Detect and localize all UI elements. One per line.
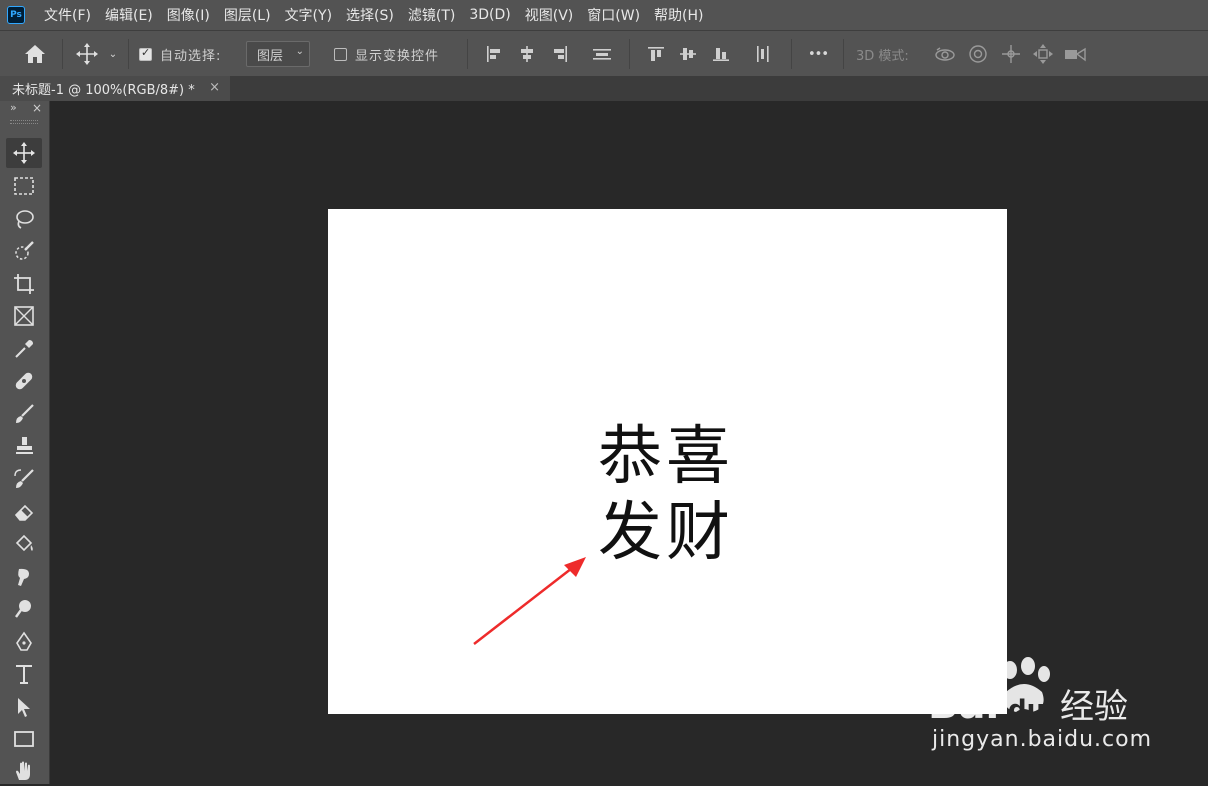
- path-selection-tool[interactable]: [6, 692, 42, 722]
- 3d-roll-icon[interactable]: [965, 43, 991, 65]
- watermark-url: jingyan.baidu.com: [932, 727, 1153, 752]
- canvas-text-layer[interactable]: 恭喜 发财: [598, 419, 748, 571]
- pen-icon: [16, 631, 32, 651]
- show-transform-checkbox[interactable]: [334, 48, 347, 61]
- menu-file[interactable]: 文件(F): [37, 5, 98, 25]
- eraser-icon: [14, 504, 34, 521]
- document-tab-bar: 未标题-1 @ 100%(RGB/8#) * ×: [0, 76, 1208, 101]
- document-canvas[interactable]: 恭喜 发财: [328, 209, 1007, 714]
- frame-icon: [14, 306, 34, 326]
- align-vertical-center-icon[interactable]: [678, 44, 698, 64]
- healing-brush-tool[interactable]: [6, 366, 42, 396]
- menu-layer[interactable]: 图层(L): [217, 5, 278, 25]
- auto-select-label: 自动选择:: [160, 49, 222, 64]
- text-line-1: 恭喜: [598, 420, 734, 494]
- marquee-tool[interactable]: [6, 171, 42, 201]
- auto-select-target-value: 图层: [257, 48, 284, 64]
- chevron-down-icon: ⌄: [295, 46, 304, 57]
- align-horizontal-center-icon[interactable]: [517, 44, 537, 64]
- history-brush-tool[interactable]: [6, 464, 42, 494]
- smudge-icon: [18, 568, 29, 586]
- brush-icon: [16, 404, 34, 423]
- auto-select-target-dropdown[interactable]: 图层 ⌄: [246, 41, 310, 67]
- close-icon[interactable]: ×: [209, 80, 220, 95]
- lasso-icon: [16, 210, 34, 229]
- move-tool-preset-icon[interactable]: [74, 42, 100, 66]
- more-options-icon[interactable]: •••: [805, 43, 831, 65]
- type-icon: [16, 665, 32, 684]
- align-right-icon[interactable]: [550, 44, 570, 64]
- smudge-tool[interactable]: [6, 562, 42, 592]
- text-line-2: 发财: [598, 496, 734, 570]
- brush-tool[interactable]: [6, 399, 42, 429]
- path-selection-icon: [18, 698, 30, 717]
- document-tab-title: 未标题-1 @ 100%(RGB/8#) *: [12, 83, 195, 98]
- chevron-down-icon[interactable]: ⌄: [106, 47, 120, 61]
- dodge-tool[interactable]: [6, 594, 42, 624]
- quick-selection-icon: [15, 241, 34, 260]
- hand-icon: [16, 761, 30, 780]
- eyedropper-tool[interactable]: [6, 334, 42, 364]
- dodge-icon: [15, 600, 31, 618]
- rectangle-icon: [14, 731, 34, 747]
- expand-panel-icon[interactable]: »: [10, 101, 17, 114]
- menu-select[interactable]: 选择(S): [339, 5, 401, 25]
- align-left-icon[interactable]: [484, 44, 504, 64]
- mode-3d-label: 3D 模式:: [856, 49, 909, 64]
- lasso-tool[interactable]: [6, 204, 42, 234]
- type-tool[interactable]: [6, 659, 42, 689]
- move-tool[interactable]: [6, 138, 42, 168]
- auto-select-checkbox[interactable]: [139, 46, 152, 61]
- paint-bucket-icon: [15, 534, 33, 552]
- crop-icon: [14, 274, 34, 294]
- menu-filter[interactable]: 滤镜(T): [401, 5, 462, 25]
- align-bottom-icon[interactable]: [711, 44, 731, 64]
- eyedropper-icon: [15, 340, 33, 358]
- menu-view[interactable]: 视图(V): [518, 5, 581, 25]
- tools-panel: » ×: [0, 101, 50, 784]
- stamp-icon: [16, 437, 33, 454]
- frame-tool[interactable]: [6, 301, 42, 331]
- menu-type[interactable]: 文字(Y): [278, 5, 339, 25]
- close-panel-icon[interactable]: ×: [32, 101, 42, 115]
- crop-tool[interactable]: [6, 269, 42, 299]
- menu-bar: Ps 文件(F) 编辑(E) 图像(I) 图层(L) 文字(Y) 选择(S) 滤…: [0, 0, 1208, 30]
- move-icon: [13, 142, 35, 164]
- menu-edit[interactable]: 编辑(E): [98, 5, 160, 25]
- hand-tool[interactable]: [6, 756, 42, 786]
- distribute-vertical-icon[interactable]: [753, 44, 773, 64]
- watermark-brand-du: du: [1008, 695, 1045, 725]
- bandage-icon: [15, 372, 33, 390]
- home-icon[interactable]: [22, 43, 48, 65]
- options-bar: ⌄ 自动选择: 图层 ⌄ 显示变换控件 ••• 3D 模式:: [0, 30, 1208, 76]
- show-transform-label: 显示变换控件: [355, 49, 440, 64]
- align-top-icon[interactable]: [646, 44, 666, 64]
- quick-selection-tool[interactable]: [6, 236, 42, 266]
- menu-3d[interactable]: 3D(D): [462, 7, 517, 23]
- rectangle-tool[interactable]: [6, 724, 42, 754]
- 3d-orbit-icon[interactable]: [932, 43, 958, 65]
- clone-stamp-tool[interactable]: [6, 431, 42, 461]
- history-brush-icon: [14, 469, 34, 488]
- distribute-horizontal-icon[interactable]: [591, 44, 613, 64]
- eraser-tool[interactable]: [6, 497, 42, 527]
- menu-window[interactable]: 窗口(W): [580, 5, 647, 25]
- panel-grip[interactable]: [10, 120, 38, 124]
- document-tab[interactable]: 未标题-1 @ 100%(RGB/8#) * ×: [0, 76, 230, 101]
- watermark-service: 经验: [1060, 687, 1128, 727]
- 3d-scale-camera-icon[interactable]: [1062, 43, 1090, 65]
- paint-bucket-tool[interactable]: [6, 529, 42, 559]
- photoshop-logo-icon: Ps: [7, 6, 25, 24]
- 3d-slide-icon[interactable]: [1030, 43, 1056, 65]
- watermark-brand: Bai: [928, 682, 999, 728]
- rectangle-marquee-icon: [14, 177, 34, 195]
- 3d-pan-icon[interactable]: [998, 43, 1024, 65]
- menu-image[interactable]: 图像(I): [160, 5, 217, 25]
- pen-tool[interactable]: [6, 627, 42, 657]
- red-arrow-annotation: [473, 557, 586, 645]
- menu-help[interactable]: 帮助(H): [647, 5, 710, 25]
